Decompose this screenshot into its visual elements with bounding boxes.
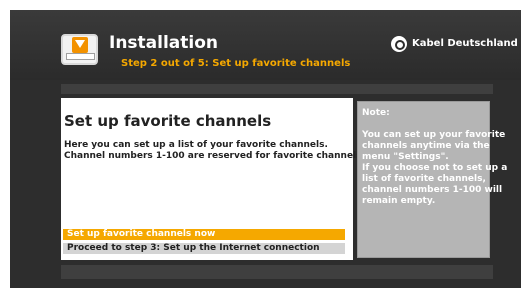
kabel-deutschland-logo-icon: [391, 36, 407, 52]
section-title: Set up favorite channels: [64, 112, 272, 130]
note-line: list of favorite channels,: [362, 174, 486, 184]
device-tray-icon: [66, 53, 95, 60]
description-line: Channel numbers 1-100 are reserved for f…: [64, 151, 365, 161]
option-proceed-to-step-3[interactable]: Proceed to step 3: Set up the Internet c…: [63, 243, 345, 254]
top-divider-bar: [61, 84, 493, 94]
description: Here you can set up a list of your favor…: [64, 140, 365, 162]
note-line: menu "Settings".: [362, 152, 449, 162]
note-line: channels anytime via the: [362, 141, 490, 151]
brand-name: Kabel Deutschland: [412, 38, 518, 49]
page-title: Installation: [109, 33, 219, 53]
note-line: If you choose not to set up a: [362, 163, 508, 173]
step-subtitle: Step 2 out of 5: Set up favorite channel…: [121, 58, 351, 69]
note-line: channel numbers 1-100 will: [362, 185, 503, 195]
download-to-device-icon: [61, 34, 98, 65]
option-setup-favorites-now[interactable]: Set up favorite channels now: [63, 229, 345, 240]
bottom-divider-bar: [61, 265, 493, 279]
description-line: Here you can set up a list of your favor…: [64, 140, 328, 150]
download-arrow-icon: [72, 37, 88, 53]
note-line: remain empty.: [362, 196, 436, 206]
note-heading: Note:: [362, 108, 390, 118]
note-line: You can set up your favorite: [362, 130, 506, 140]
note-text: You can set up your favorite channels an…: [362, 130, 508, 207]
